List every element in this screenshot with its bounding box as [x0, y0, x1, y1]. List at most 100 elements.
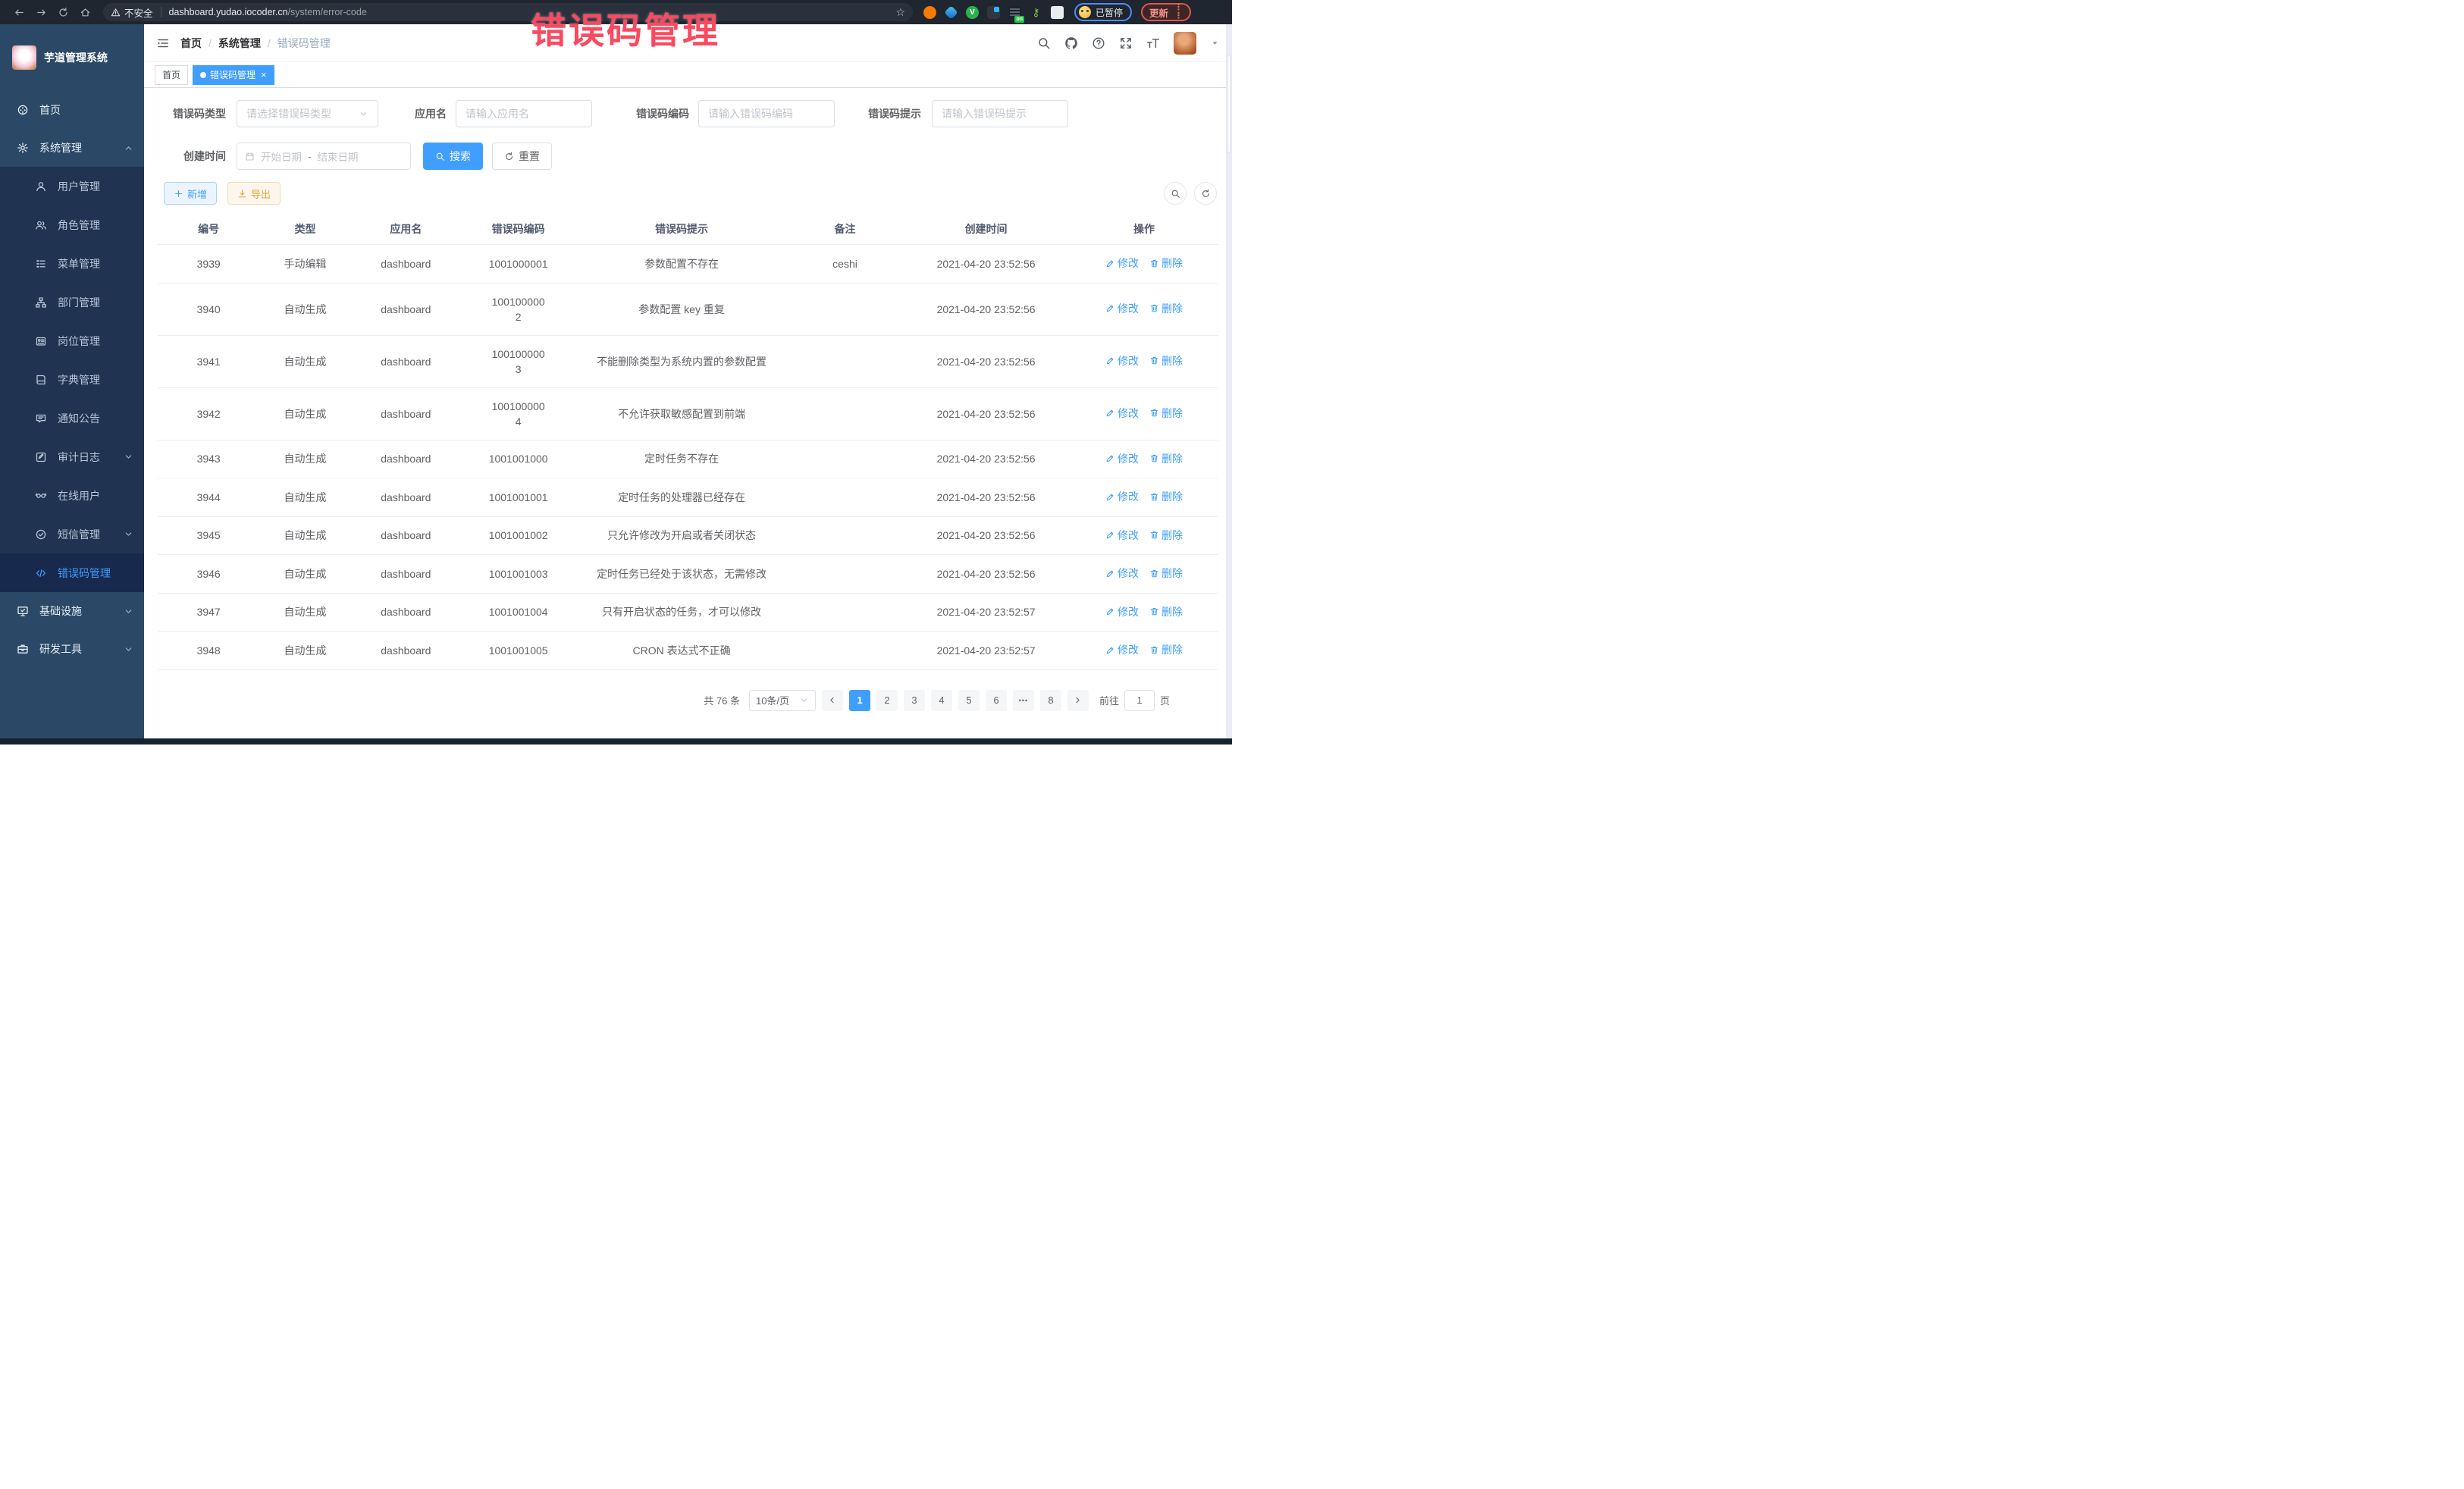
- reset-button[interactable]: 重置: [492, 143, 552, 170]
- header-search-icon[interactable]: [1037, 36, 1051, 50]
- github-icon[interactable]: [1064, 36, 1078, 50]
- puzzle-icon[interactable]: [1051, 6, 1064, 19]
- delete-link[interactable]: 删除: [1149, 604, 1183, 619]
- page-button-3[interactable]: 3: [904, 690, 925, 711]
- delete-link[interactable]: 删除: [1149, 642, 1183, 657]
- sidebar-item-label: 角色管理: [58, 218, 133, 233]
- browser-update-button[interactable]: 更新 ⋮⋮: [1141, 3, 1191, 21]
- edit-link[interactable]: 修改: [1105, 406, 1139, 421]
- page-button-1[interactable]: 1: [849, 690, 870, 711]
- user-avatar[interactable]: [1174, 32, 1196, 55]
- pager-ellipsis[interactable]: •••: [1013, 690, 1034, 711]
- tab-label: 首页: [162, 68, 180, 81]
- delete-link[interactable]: 删除: [1149, 353, 1183, 368]
- delete-link[interactable]: 删除: [1149, 451, 1183, 466]
- page-button-2[interactable]: 2: [876, 690, 898, 711]
- delete-link[interactable]: 删除: [1149, 406, 1183, 421]
- sidebar-item-sms-management[interactable]: 短信管理: [0, 515, 144, 553]
- hamburger-icon[interactable]: [156, 36, 170, 50]
- edit-link[interactable]: 修改: [1105, 489, 1139, 504]
- grid-icon[interactable]: [987, 6, 1000, 19]
- error-code-input[interactable]: 请输入错误码编码: [698, 100, 835, 127]
- sidebar-item-post-management[interactable]: 岗位管理: [0, 321, 144, 360]
- error-hint-input[interactable]: 请输入错误码提示: [932, 100, 1068, 127]
- sidebar-item-home[interactable]: 首页: [0, 91, 144, 129]
- sidebar-item-role-management[interactable]: 角色管理: [0, 205, 144, 244]
- paused-extension-badge[interactable]: 已暂停: [1074, 3, 1132, 21]
- edit-link[interactable]: 修改: [1105, 604, 1139, 619]
- browser-forward-icon[interactable]: [36, 7, 47, 18]
- page-button-6[interactable]: 6: [986, 690, 1007, 711]
- list-on-icon[interactable]: on: [1008, 6, 1021, 19]
- app-logo-row[interactable]: 芋道管理系统: [0, 24, 144, 91]
- page-button-5[interactable]: 5: [958, 690, 980, 711]
- sidebar-item-menu-management[interactable]: 菜单管理: [0, 244, 144, 283]
- page-size-select[interactable]: 10条/页: [749, 690, 816, 711]
- address-bar[interactable]: 不安全 dashboard.yudao.iocoder.cn/system/er…: [103, 3, 913, 21]
- error-type-select[interactable]: 请选择错误码类型: [237, 100, 378, 127]
- sidebar-item-dept-management[interactable]: 部门管理: [0, 283, 144, 321]
- fullscreen-icon[interactable]: [1119, 36, 1133, 50]
- breadcrumb-system[interactable]: 系统管理: [218, 36, 261, 51]
- delete-link[interactable]: 删除: [1149, 528, 1183, 543]
- page-scrollbar[interactable]: [1226, 24, 1232, 738]
- prev-page-button[interactable]: [822, 690, 843, 711]
- edit-link[interactable]: 修改: [1105, 528, 1139, 543]
- breadcrumb-home[interactable]: 首页: [180, 36, 202, 51]
- delete-link[interactable]: 删除: [1149, 566, 1183, 581]
- sidebar-item-dict-management[interactable]: 字典管理: [0, 360, 144, 399]
- export-button[interactable]: 导出: [227, 182, 281, 205]
- goto-page-input[interactable]: 1: [1124, 690, 1155, 711]
- browser-reload-icon[interactable]: [58, 7, 69, 18]
- help-icon[interactable]: [1092, 36, 1105, 50]
- cell-type: 自动生成: [259, 387, 350, 440]
- adblock-icon[interactable]: [923, 6, 936, 19]
- toggle-search-button[interactable]: [1164, 182, 1187, 205]
- sidebar-item-notice[interactable]: 通知公告: [0, 399, 144, 437]
- cell-hint: 参数配置不存在: [575, 245, 788, 284]
- page-button-8[interactable]: 8: [1040, 690, 1061, 711]
- edit-link[interactable]: 修改: [1105, 642, 1139, 657]
- cell-type: 自动生成: [259, 516, 350, 555]
- avatar-caret-down-icon[interactable]: [1210, 38, 1220, 48]
- key-icon[interactable]: ⚷: [1030, 6, 1042, 19]
- sidebar-item-dev-tools[interactable]: 研发工具: [0, 630, 144, 668]
- chevron-down-icon: [124, 644, 133, 654]
- browser-home-icon[interactable]: [80, 7, 91, 18]
- edit-link[interactable]: 修改: [1105, 301, 1139, 316]
- refresh-table-button[interactable]: [1194, 182, 1217, 205]
- sidebar-item-infrastructure[interactable]: 基础设施: [0, 592, 144, 630]
- edit-link[interactable]: 修改: [1105, 255, 1139, 271]
- infra-icon: [17, 605, 29, 617]
- edit-link[interactable]: 修改: [1105, 353, 1139, 368]
- scrollbar-thumb[interactable]: [1227, 55, 1231, 153]
- edit-link[interactable]: 修改: [1105, 566, 1139, 581]
- browser-back-icon[interactable]: [14, 7, 25, 18]
- edit-link[interactable]: 修改: [1105, 451, 1139, 466]
- tab-错误码管理[interactable]: 错误码管理×: [193, 65, 274, 85]
- delete-link[interactable]: 删除: [1149, 301, 1183, 316]
- create-time-range-picker[interactable]: 开始日期 - 结束日期: [237, 143, 411, 170]
- security-warning[interactable]: 不安全: [111, 5, 153, 20]
- sidebar-item-error-code-management[interactable]: 错误码管理: [0, 553, 144, 592]
- sidebar-item-online-users[interactable]: 在线用户: [0, 476, 144, 515]
- v-icon[interactable]: V: [966, 6, 979, 19]
- next-page-button[interactable]: [1067, 690, 1089, 711]
- sidebar-item-user-management[interactable]: 用户管理: [0, 167, 144, 205]
- page-button-4[interactable]: 4: [931, 690, 952, 711]
- app-name-input[interactable]: 请输入应用名: [456, 100, 592, 127]
- edit-icon: [1105, 492, 1115, 502]
- bookmark-star-icon[interactable]: ☆: [895, 6, 905, 19]
- search-button[interactable]: 搜索: [423, 143, 483, 170]
- sidebar-item-system-management[interactable]: 系统管理: [0, 129, 144, 167]
- browser-menu-icon[interactable]: ⋮⋮: [1174, 4, 1183, 20]
- font-size-icon[interactable]: [1146, 36, 1160, 50]
- sidebar-item-audit-log[interactable]: 审计日志: [0, 437, 144, 476]
- gem-icon[interactable]: [944, 5, 958, 19]
- delete-link[interactable]: 删除: [1149, 489, 1183, 504]
- close-tab-icon[interactable]: ×: [261, 69, 267, 80]
- cell-app: dashboard: [351, 632, 461, 670]
- tab-首页[interactable]: 首页: [155, 65, 188, 85]
- add-button[interactable]: 新增: [164, 182, 217, 205]
- delete-link[interactable]: 删除: [1149, 255, 1183, 271]
